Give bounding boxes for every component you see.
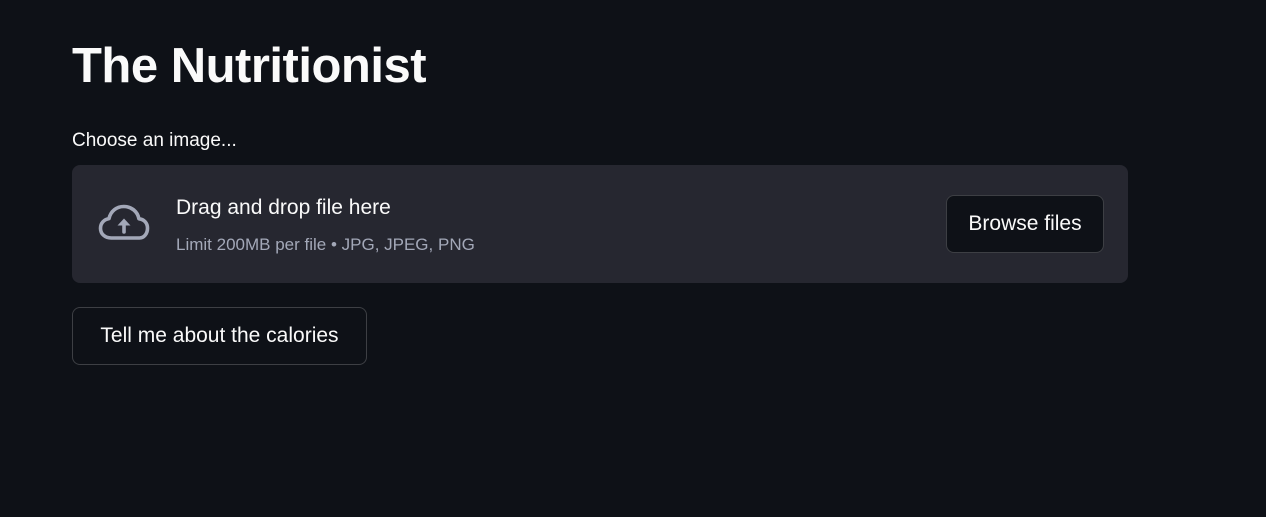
file-uploader-label: Choose an image... [72, 130, 237, 151]
tell-me-calories-button[interactable]: Tell me about the calories [72, 307, 367, 365]
dropzone-instructions: Drag and drop file here [176, 196, 391, 219]
cloud-upload-icon [96, 201, 152, 245]
page-title: The Nutritionist [72, 39, 427, 93]
dropzone-file-limit: Limit 200MB per file • JPG, JPEG, PNG [176, 235, 475, 254]
file-dropzone[interactable]: Drag and drop file here Limit 200MB per … [72, 165, 1128, 283]
browse-files-button[interactable]: Browse files [946, 195, 1104, 253]
app-container: The Nutritionist Choose an image... Drag… [0, 0, 1266, 517]
